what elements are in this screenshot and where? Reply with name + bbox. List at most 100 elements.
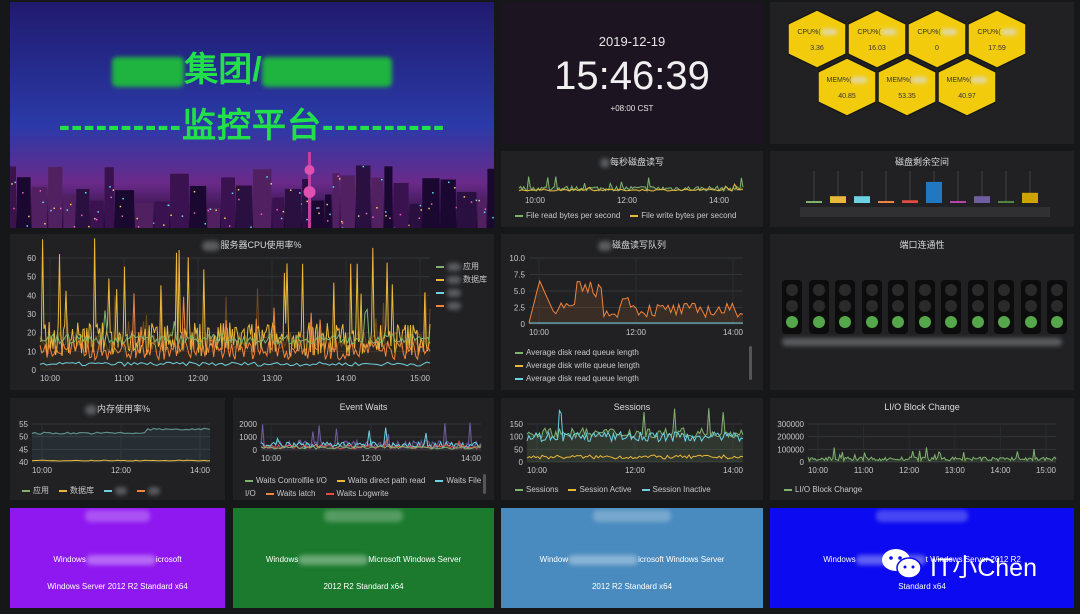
skyline-building — [154, 201, 170, 228]
legend-swatch — [515, 364, 523, 367]
disk-free-panel: 磁盘剩余空间 — [770, 151, 1074, 227]
x-tick-label: 11:00 — [854, 466, 874, 475]
status-off-icon — [892, 284, 904, 296]
skyline-building — [325, 194, 332, 228]
watermark-text: IT小Chen — [930, 554, 1037, 582]
disk-free-bar[interactable] — [998, 200, 1014, 203]
port-traffic-light[interactable] — [967, 280, 988, 334]
legend-label: Average disk read queue length — [526, 348, 639, 357]
status-off-icon — [945, 300, 957, 312]
event-waits-legend-scrollbar[interactable] — [483, 474, 486, 494]
legend-item[interactable] — [436, 286, 487, 299]
skyline-light — [209, 208, 212, 210]
disk-queue-panel: 磁盘读写队列 10.0 7.5 5.0 2.5 0 10:00 12:00 14:00 Ave… — [501, 234, 763, 390]
legend-swatch — [336, 479, 345, 482]
legend-label: File write bytes per second — [641, 211, 737, 220]
skyline-light — [432, 192, 434, 194]
skyline-light — [418, 217, 421, 219]
skyline-light — [231, 192, 234, 195]
honeycomb-value: 40.97 — [958, 93, 976, 100]
disk-queue-legend-scrollbar[interactable] — [749, 346, 752, 380]
legend-item[interactable]: 应用 — [436, 260, 487, 273]
hexagon-shape — [818, 58, 876, 116]
disk-rw-legend: File read bytes per second File write byt… — [515, 211, 746, 220]
port-title: 端口连通性 — [899, 240, 945, 250]
skyline-building — [221, 177, 235, 228]
legend-item[interactable]: Waits Controlfile I/O — [245, 476, 327, 485]
legend-item[interactable]: Average disk write queue length — [515, 359, 640, 372]
port-traffic-light[interactable] — [782, 280, 802, 334]
y-tick-label: 100000 — [777, 445, 804, 454]
skyline-light — [316, 207, 318, 209]
port-traffic-light[interactable] — [861, 280, 882, 334]
legend-item[interactable]: 数据库 — [436, 273, 487, 286]
x-tick-label: 14:00 — [190, 466, 211, 475]
legend-item[interactable] — [436, 299, 487, 312]
legend-label: LI/O Block Change — [795, 485, 863, 494]
legend-item[interactable]: Waits Logwrite — [325, 489, 389, 498]
disk-queue-chart: 10.0 7.5 5.0 2.5 010:00 12:00 14:00 — [509, 254, 743, 337]
legend-item[interactable]: Session Inactive — [641, 485, 711, 494]
y-tick-label: 50 — [19, 433, 28, 442]
skyline-light — [428, 207, 430, 210]
skyline-light — [276, 209, 278, 211]
legend-item[interactable]: Waits direct path read — [336, 476, 425, 485]
legend-item[interactable]: Average disk read queue length — [515, 346, 640, 359]
legend-label: 数据库 — [70, 486, 94, 495]
legend-item[interactable] — [137, 486, 160, 495]
hexagon-shape — [938, 58, 996, 116]
skyline-light — [50, 209, 52, 212]
port-traffic-light[interactable] — [808, 280, 829, 334]
status-off-icon — [998, 300, 1010, 312]
x-tick-label: 14:00 — [336, 374, 357, 383]
legend-item[interactable]: File read bytes per second — [515, 211, 620, 220]
skyline-light — [84, 191, 87, 194]
disk-free-bar[interactable] — [854, 196, 870, 203]
port-traffic-light[interactable] — [914, 280, 935, 334]
disk-free-bar[interactable] — [1022, 192, 1038, 203]
disk-free-bar[interactable] — [902, 200, 918, 203]
port-traffic-light[interactable] — [835, 280, 855, 334]
port-traffic-light[interactable] — [941, 280, 961, 334]
skyline-light — [483, 211, 486, 214]
status-green-icon — [918, 316, 931, 328]
legend-item[interactable]: File write bytes per second — [630, 211, 736, 220]
disk-free-bar[interactable] — [974, 196, 990, 203]
legend-item[interactable]: Sessions — [515, 485, 558, 494]
skyline-light — [53, 207, 55, 210]
status-off-icon — [786, 300, 798, 312]
y-tick-label: 0 — [519, 458, 524, 467]
skyline-light — [280, 217, 283, 220]
x-tick-label: 10:00 — [32, 466, 53, 475]
port-traffic-light[interactable] — [1047, 280, 1067, 334]
legend-item[interactable]: LI/O Block Change — [784, 485, 862, 494]
legend-item[interactable]: Average disk read queue length — [515, 372, 640, 385]
disk-free-bar[interactable] — [878, 201, 894, 203]
disk-free-bar[interactable] — [926, 181, 942, 203]
legend-swatch — [515, 377, 523, 380]
port-traffic-light[interactable] — [994, 280, 1014, 334]
skyline-light — [167, 204, 170, 207]
disk-free-bar[interactable] — [950, 201, 966, 203]
legend-item[interactable]: 数据库 — [59, 486, 94, 495]
memory-chart: 55 50 45 40 10:00 12:00 14:00 — [19, 420, 211, 475]
skyline-light — [419, 204, 422, 207]
disk-free-bar[interactable] — [806, 201, 822, 203]
skyline-building — [284, 188, 302, 228]
skyline-building — [90, 200, 104, 228]
legend-item[interactable]: Session Active — [568, 485, 632, 494]
skyline-building — [114, 190, 135, 228]
legend-item[interactable]: Waits latch — [265, 489, 316, 498]
skyline-building — [409, 203, 422, 228]
port-traffic-light[interactable] — [888, 280, 908, 334]
skyline-light — [193, 212, 196, 214]
skyline-light — [42, 201, 44, 204]
legend-swatch — [265, 492, 274, 495]
skyline-light — [73, 226, 76, 228]
legend-item[interactable]: 应用 — [22, 486, 49, 495]
disk-free-bar[interactable] — [830, 196, 846, 203]
port-traffic-light[interactable] — [1020, 280, 1041, 334]
legend-item[interactable] — [104, 486, 127, 495]
x-tick-label: 12:00 — [625, 466, 646, 475]
legend-label: 数据库 — [463, 275, 487, 284]
